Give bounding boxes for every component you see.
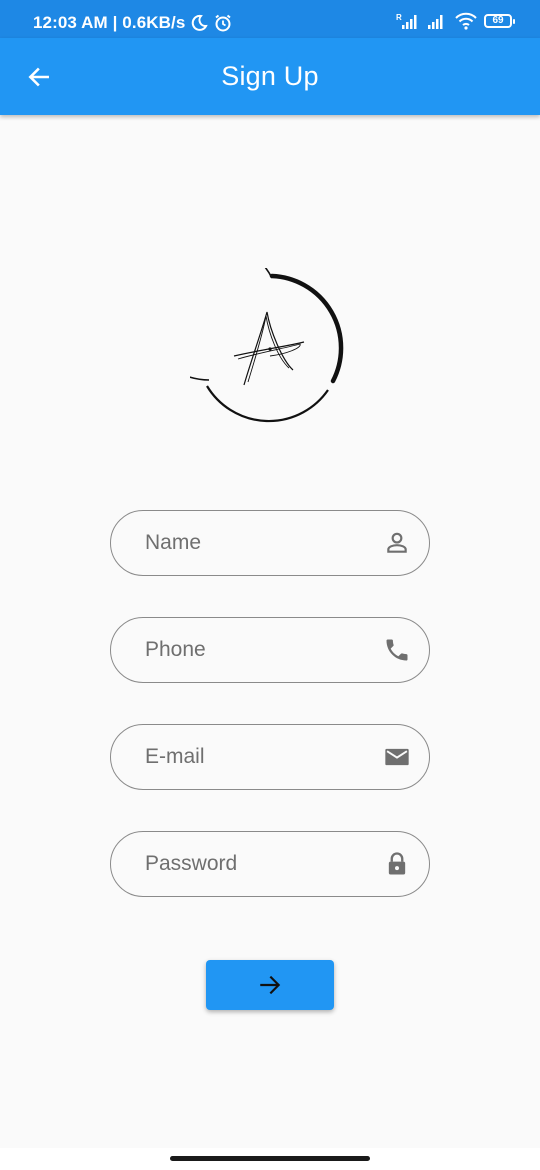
battery-level: 69: [492, 15, 504, 26]
person-outline-icon: [383, 529, 411, 557]
submit-button[interactable]: [206, 960, 334, 1010]
page-title: Sign Up: [221, 61, 319, 91]
moon-icon: [192, 14, 209, 31]
status-time-speed: 12:03 AM | 0.6KB/s: [33, 13, 186, 32]
signal-roaming-icon: R: [396, 13, 417, 29]
signup-screen: 12:03 AM | 0.6KB/s R 69 Sign Up Name Pho…: [0, 0, 540, 1170]
arrow-right-icon: [260, 975, 281, 995]
alarm-icon: [215, 14, 232, 32]
signal-icon: [428, 15, 443, 29]
mail-icon: [383, 743, 411, 771]
password-field[interactable]: [110, 831, 430, 897]
home-indicator[interactable]: [170, 1156, 370, 1161]
status-right: R 69: [396, 12, 515, 30]
phone-icon: [383, 636, 411, 664]
name-field[interactable]: [110, 510, 430, 576]
name-input[interactable]: [145, 531, 365, 555]
lock-icon: [383, 850, 411, 878]
email-field[interactable]: [110, 724, 430, 790]
status-bar: 12:03 AM | 0.6KB/s R 69: [0, 0, 540, 38]
email-input[interactable]: [145, 745, 365, 769]
phone-input[interactable]: [145, 638, 365, 662]
phone-field[interactable]: [110, 617, 430, 683]
battery-icon: 69: [484, 14, 515, 28]
app-logo: [190, 268, 344, 423]
wifi-icon: [455, 12, 477, 30]
system-nav-bar: [0, 1148, 540, 1170]
status-left: 12:03 AM | 0.6KB/s: [33, 13, 233, 33]
network-label: R: [396, 13, 402, 22]
password-input[interactable]: [145, 852, 365, 876]
app-bar: Sign Up: [0, 38, 540, 115]
